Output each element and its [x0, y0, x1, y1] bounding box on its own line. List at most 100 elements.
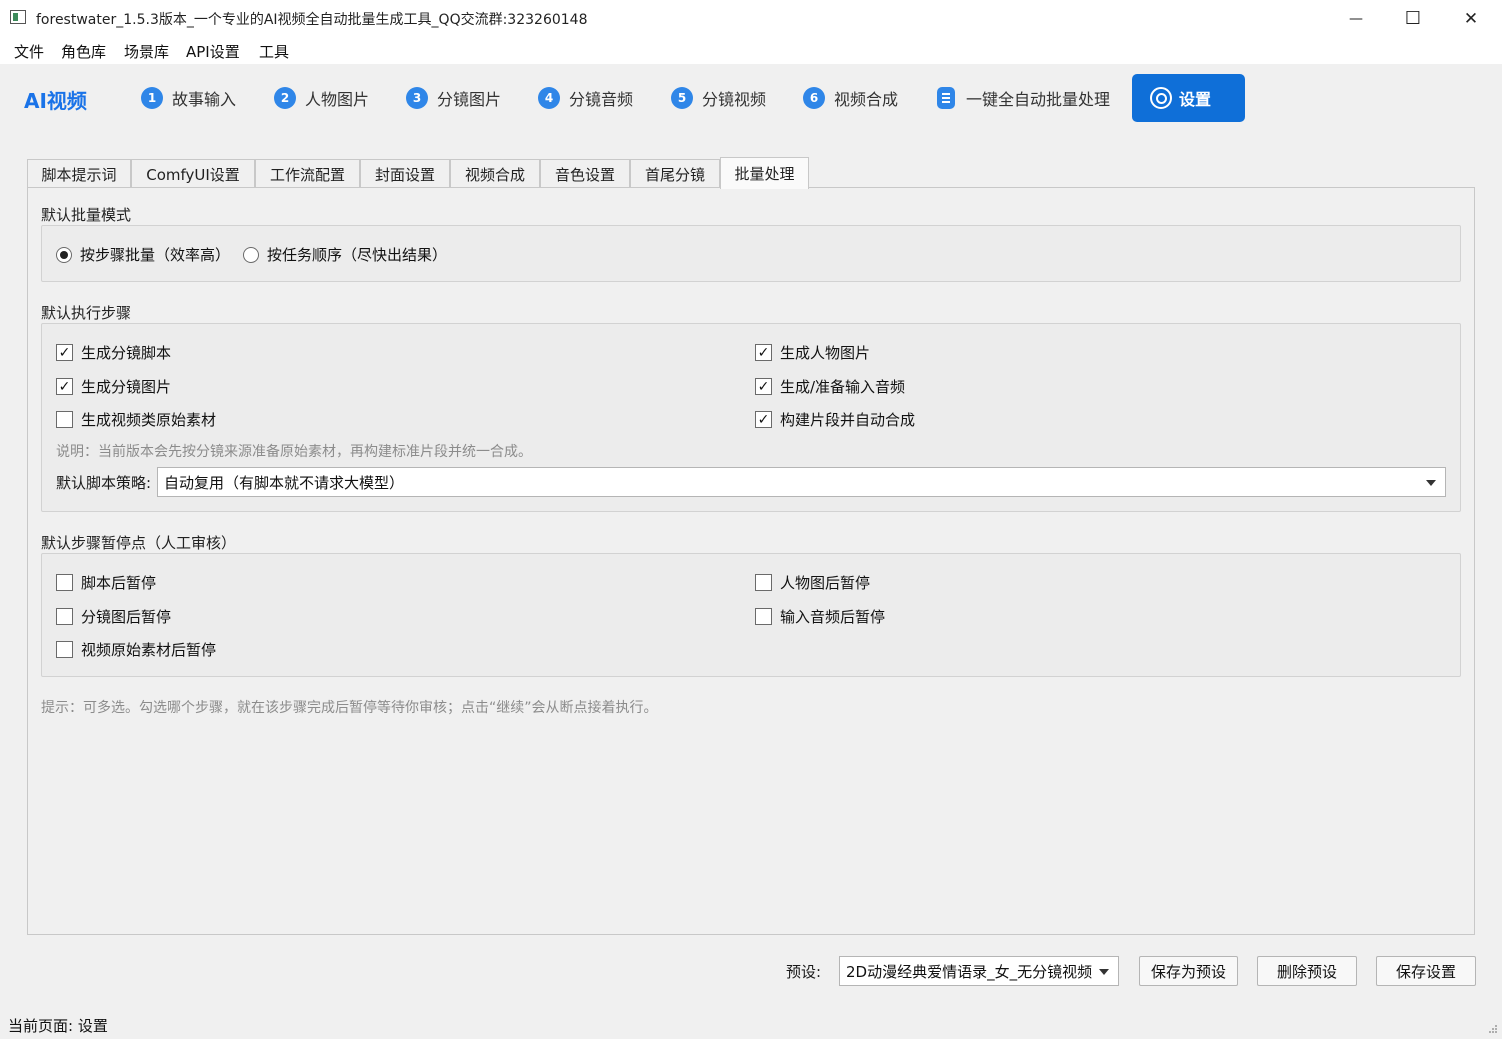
select-value: 2D动漫经典爱情语录_女_无分镜视频 [846, 962, 1093, 981]
checkbox-label: 生成/准备输入音频 [780, 378, 906, 396]
nav-label: 分镜视频 [702, 90, 767, 109]
window-title: forestwater_1.5.3版本_一个专业的AI视频全自动批量生成工具_Q… [36, 12, 588, 28]
checkbox-label: 视频原始素材后暂停 [81, 641, 217, 659]
chevron-down-icon [1426, 480, 1436, 486]
nav-settings[interactable]: 设置 [1132, 74, 1245, 122]
status-text: 当前页面: 设置 [8, 1017, 108, 1035]
batch-mode-title: 默认批量模式 [41, 206, 132, 224]
step-number-badge: 1 [141, 87, 163, 109]
tab-cover-settings[interactable]: 封面设置 [360, 159, 450, 188]
checkbox-label: 人物图后暂停 [780, 574, 871, 592]
checkbox-indicator: ✓ [755, 378, 772, 395]
tab-workflow-config[interactable]: 工作流配置 [255, 159, 360, 188]
step-checkbox[interactable]: ✓ 生成人物图片 [755, 342, 870, 363]
step-number-badge: 2 [274, 87, 296, 109]
checkbox-label: 脚本后暂停 [81, 574, 157, 592]
nav-label: 分镜图片 [437, 90, 502, 109]
nav-label: 视频合成 [834, 90, 899, 109]
checkbox-label: 生成分镜图片 [81, 378, 172, 396]
tab-first-last-shot[interactable]: 首尾分镜 [630, 159, 720, 188]
pause-hint: 提示：可多选。勾选哪个步骤，就在该步骤完成后暂停等待你审核；点击“继续”会从断点… [41, 700, 658, 716]
checkbox-indicator: ✓ [56, 378, 73, 395]
pause-checkbox[interactable]: 脚本后暂停 [56, 572, 156, 593]
pause-checkbox[interactable]: 人物图后暂停 [755, 572, 870, 593]
pause-points-title: 默认步骤暂停点（人工审核） [41, 534, 237, 552]
checkbox-label: 生成分镜脚本 [81, 344, 172, 362]
pause-points-group [41, 553, 1461, 677]
checkbox-label: 构建片段并自动合成 [780, 411, 916, 429]
checkbox-label: 生成人物图片 [780, 344, 871, 362]
nav-label: 一键全自动批量处理 [966, 90, 1111, 109]
delete-preset-button[interactable]: 删除预设 [1257, 956, 1357, 986]
nav-storyboard-audio[interactable]: 4 分镜音频 [538, 86, 633, 110]
nav-storyboard-images[interactable]: 3 分镜图片 [406, 86, 501, 110]
nav-storyboard-video[interactable]: 5 分镜视频 [671, 86, 766, 110]
step-number-badge: 3 [406, 87, 428, 109]
step-number-badge: 4 [538, 87, 560, 109]
checkbox-indicator [56, 411, 73, 428]
step-checkbox[interactable]: 生成视频类原始素材 [56, 409, 216, 430]
tab-batch-processing[interactable]: 批量处理 [720, 157, 809, 189]
select-value: 自动复用（有脚本就不请求大模型） [164, 473, 405, 492]
menu-scene-library[interactable]: 场景库 [124, 41, 169, 62]
pause-checkbox[interactable]: 分镜图后暂停 [56, 606, 171, 627]
step-number-badge: 6 [803, 87, 825, 109]
radio-by-step[interactable]: 按步骤批量（效率高） [56, 244, 230, 265]
preset-label: 预设: [786, 963, 822, 981]
document-icon [937, 87, 955, 109]
step-checkbox[interactable]: ✓ 生成分镜脚本 [56, 342, 171, 363]
nav-character-images[interactable]: 2 人物图片 [274, 86, 369, 110]
tab-comfyui-settings[interactable]: ComfyUI设置 [131, 159, 255, 188]
step-number-badge: 5 [671, 87, 693, 109]
radio-label: 按步骤批量（效率高） [80, 246, 231, 264]
nav-video-compose[interactable]: 6 视频合成 [803, 86, 898, 110]
maximize-button[interactable]: ☐ [1384, 0, 1442, 37]
nav-label: 分镜音频 [569, 90, 634, 109]
checkbox-indicator [56, 641, 73, 658]
step-checkbox[interactable]: ✓ 生成/准备输入音频 [755, 376, 905, 397]
step-checkbox[interactable]: ✓ 构建片段并自动合成 [755, 409, 915, 430]
save-settings-button[interactable]: 保存设置 [1376, 956, 1476, 986]
tab-script-prompt[interactable]: 脚本提示词 [27, 159, 131, 188]
app-icon [10, 10, 26, 24]
radio-label: 按任务顺序（尽快出结果） [267, 246, 448, 264]
menu-character-library[interactable]: 角色库 [61, 41, 106, 62]
minimize-button[interactable]: — [1327, 0, 1385, 37]
radio-indicator [243, 246, 259, 263]
nav-label: 故事输入 [172, 90, 237, 109]
save-as-preset-button[interactable]: 保存为预设 [1139, 956, 1238, 986]
resize-grip-icon[interactable] [1488, 1024, 1498, 1034]
pause-checkbox[interactable]: 视频原始素材后暂停 [56, 639, 216, 660]
radio-indicator [56, 246, 72, 263]
tab-voice-settings[interactable]: 音色设置 [540, 159, 630, 188]
steps-note: 说明：当前版本会先按分镜来源准备原始素材，再构建标准片段并统一合成。 [56, 444, 532, 460]
nav-label: 人物图片 [305, 90, 370, 109]
checkbox-indicator: ✓ [755, 411, 772, 428]
gear-icon [1150, 87, 1172, 109]
checkbox-indicator: ✓ [755, 344, 772, 361]
menu-file[interactable]: 文件 [14, 41, 44, 62]
menu-tools[interactable]: 工具 [259, 41, 289, 62]
brand-label: AI视频 [24, 89, 87, 113]
nav-label: 设置 [1179, 90, 1212, 109]
radio-by-task[interactable]: 按任务顺序（尽快出结果） [243, 244, 447, 265]
checkbox-indicator [755, 574, 772, 591]
preset-select[interactable]: 2D动漫经典爱情语录_女_无分镜视频 [839, 956, 1119, 986]
step-checkbox[interactable]: ✓ 生成分镜图片 [56, 376, 171, 397]
close-button[interactable]: ✕ [1442, 0, 1500, 37]
chevron-down-icon [1099, 969, 1109, 975]
checkbox-indicator [755, 608, 772, 625]
tab-video-compose[interactable]: 视频合成 [450, 159, 540, 188]
checkbox-indicator: ✓ [56, 344, 73, 361]
checkbox-label: 生成视频类原始素材 [81, 411, 217, 429]
checkbox-label: 输入音频后暂停 [780, 608, 886, 626]
pause-checkbox[interactable]: 输入音频后暂停 [755, 606, 885, 627]
status-bar [0, 1010, 1502, 1039]
execution-steps-title: 默认执行步骤 [41, 304, 132, 322]
checkbox-indicator [56, 574, 73, 591]
nav-one-click-batch[interactable]: 一键全自动批量处理 [937, 86, 1110, 110]
script-strategy-select[interactable]: 自动复用（有脚本就不请求大模型） [157, 467, 1446, 497]
script-strategy-label: 默认脚本策略: [56, 474, 152, 492]
menu-api-settings[interactable]: API设置 [186, 41, 240, 62]
nav-story-input[interactable]: 1 故事输入 [141, 86, 236, 110]
